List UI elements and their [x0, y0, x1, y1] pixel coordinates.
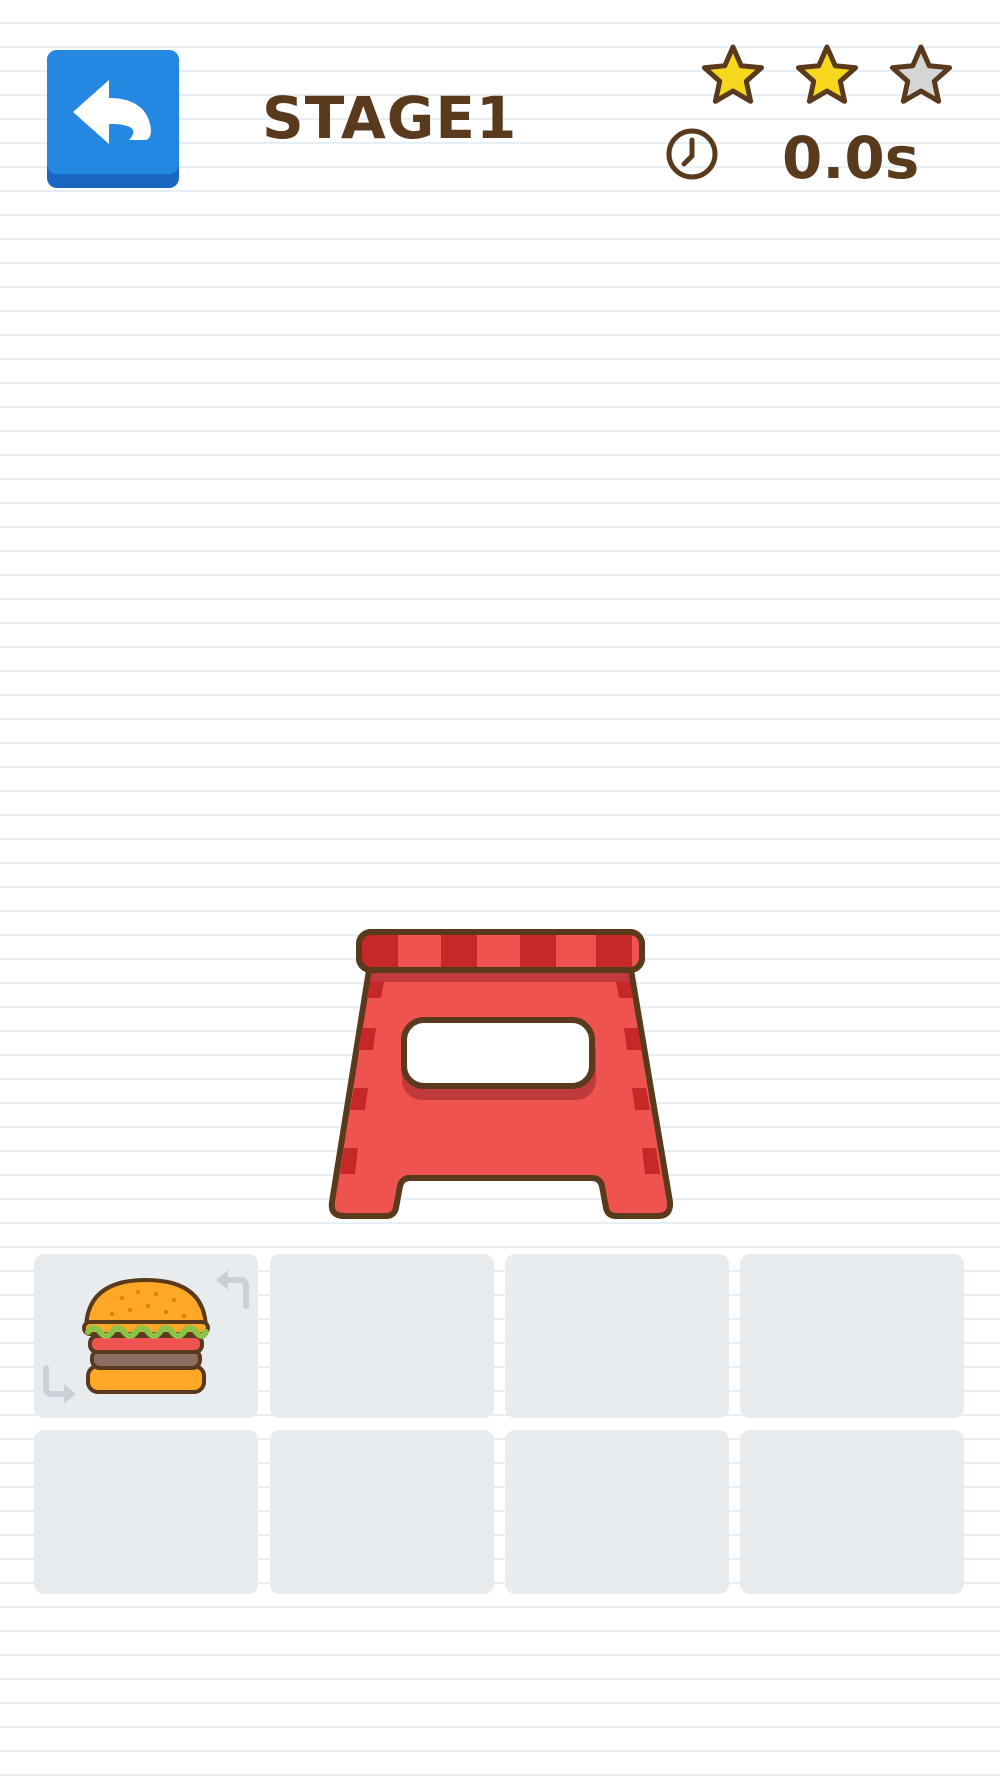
inventory-slot-1[interactable]	[34, 1254, 258, 1418]
inventory-slot-8[interactable]	[740, 1430, 964, 1594]
inventory-slot-6[interactable]	[270, 1430, 494, 1594]
hamburger-item[interactable]	[34, 1254, 258, 1418]
back-button[interactable]	[47, 50, 179, 188]
clock-icon	[666, 128, 718, 180]
back-button-face	[47, 50, 179, 174]
star-empty-icon	[890, 44, 952, 104]
inventory-slot-7[interactable]	[505, 1430, 729, 1594]
inventory-slot-5[interactable]	[34, 1430, 258, 1594]
inventory-grid	[34, 1254, 966, 1594]
star-filled-icon	[702, 44, 764, 104]
star-rating	[700, 42, 960, 108]
star-filled-icon	[796, 44, 858, 104]
inventory-slot-2[interactable]	[270, 1254, 494, 1418]
stage-title: STAGE1	[262, 84, 518, 152]
inventory-slot-3[interactable]	[505, 1254, 729, 1418]
step-stool[interactable]	[326, 924, 674, 1220]
back-arrow-icon	[73, 80, 151, 144]
inventory-slot-4[interactable]	[740, 1254, 964, 1418]
timer-readout: 0.0s	[782, 124, 920, 192]
